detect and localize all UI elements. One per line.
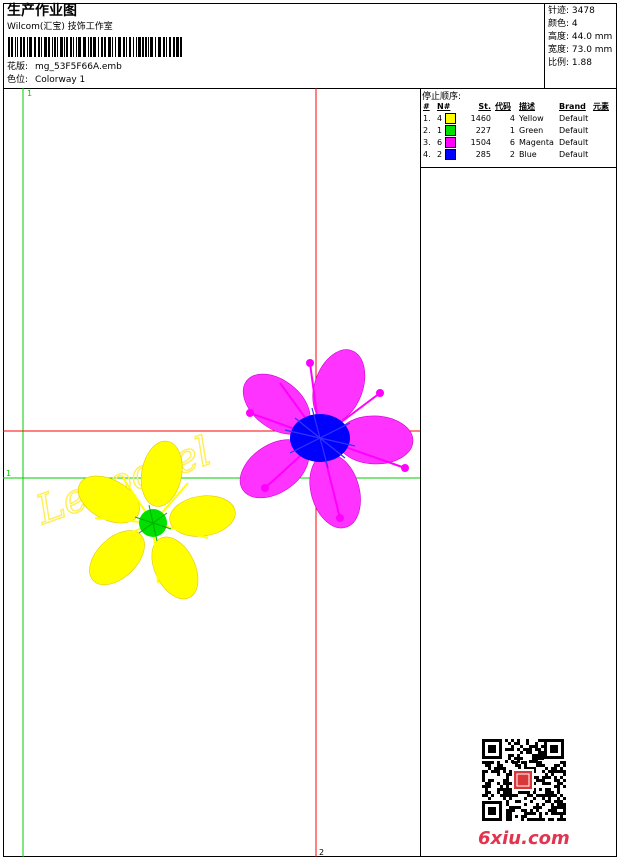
- row-stitches: 227: [475, 125, 491, 135]
- row-desc: Yellow: [519, 113, 544, 123]
- stat-stitches: 针迹: 3478: [548, 6, 595, 16]
- col-brand: Brand: [559, 102, 586, 111]
- col-n: N#: [437, 102, 451, 111]
- colorway-value: Colorway 1: [35, 75, 86, 85]
- colorway-label: 色位:: [7, 75, 29, 85]
- stops-table: # N# St. 代码 描述 Brand 元素 1. 4 1460 4 Yell…: [421, 101, 611, 160]
- stat-height: 高度: 44.0 mm: [548, 32, 613, 42]
- stat-colors: 颜色: 4: [548, 19, 578, 29]
- row-idx: 3.: [423, 137, 431, 147]
- col-desc: 描述: [519, 102, 535, 111]
- row-brand: Default: [559, 149, 589, 159]
- row-desc: Green: [519, 125, 544, 135]
- subtitle: Wilcom(汇宝) 技饰工作室: [7, 22, 113, 32]
- row-desc: Blue: [519, 149, 537, 159]
- watermark: 6xiu.com: [478, 828, 570, 849]
- table-row: 1. 4 1460 4 Yellow Default: [421, 112, 611, 124]
- row-stitches: 1460: [470, 113, 491, 123]
- row-code: 2: [509, 149, 515, 159]
- color-swatch: [444, 136, 456, 148]
- row-idx: 1.: [423, 113, 431, 123]
- stat-scale: 比例: 1.88: [548, 58, 592, 68]
- row-stitches: 1504: [470, 137, 491, 147]
- table-row: 4. 2 285 2 Blue Default: [421, 148, 611, 160]
- row-brand: Default: [559, 125, 589, 135]
- row-code: 6: [509, 137, 515, 147]
- guide-label-bottom: 2: [319, 848, 324, 857]
- design-value: mg_53F5F66A.emb: [35, 62, 122, 72]
- row-brand: Default: [559, 113, 589, 123]
- row-n: 1: [437, 125, 443, 135]
- row-code: 1: [509, 125, 515, 135]
- row-n: 4: [437, 113, 443, 123]
- panel-divider: [420, 88, 421, 857]
- color-swatch: [444, 124, 456, 136]
- col-idx: #: [423, 102, 430, 111]
- table-row: 3. 6 1504 6 Magenta Default: [421, 136, 611, 148]
- row-n: 2: [437, 149, 443, 159]
- panel-table-bottom: [420, 167, 617, 168]
- row-stitches: 285: [475, 149, 491, 159]
- barcode: [8, 37, 182, 57]
- table-row: 2. 1 227 1 Green Default: [421, 124, 611, 136]
- row-idx: 2.: [423, 125, 431, 135]
- col-elem: 元素: [593, 102, 609, 111]
- color-swatch: [444, 148, 456, 160]
- guide-label-left: 1: [6, 469, 11, 478]
- magenta-flower: [239, 349, 414, 529]
- color-swatch: [444, 112, 456, 124]
- page-title: 生产作业图: [7, 3, 77, 19]
- stats-divider: [544, 3, 545, 88]
- col-st: St.: [478, 102, 491, 111]
- row-desc: Magenta: [519, 137, 554, 147]
- col-code: 代码: [495, 102, 511, 111]
- row-idx: 4.: [423, 149, 431, 159]
- design-canvas: Leooovel 1 1 2: [3, 88, 420, 857]
- row-brand: Default: [559, 137, 589, 147]
- qr-code: [480, 737, 566, 823]
- row-code: 4: [509, 113, 515, 123]
- stat-width: 宽度: 73.0 mm: [548, 45, 613, 55]
- design-label: 花版:: [7, 62, 29, 72]
- row-n: 6: [437, 137, 443, 147]
- guide-label-top: 1: [27, 89, 32, 98]
